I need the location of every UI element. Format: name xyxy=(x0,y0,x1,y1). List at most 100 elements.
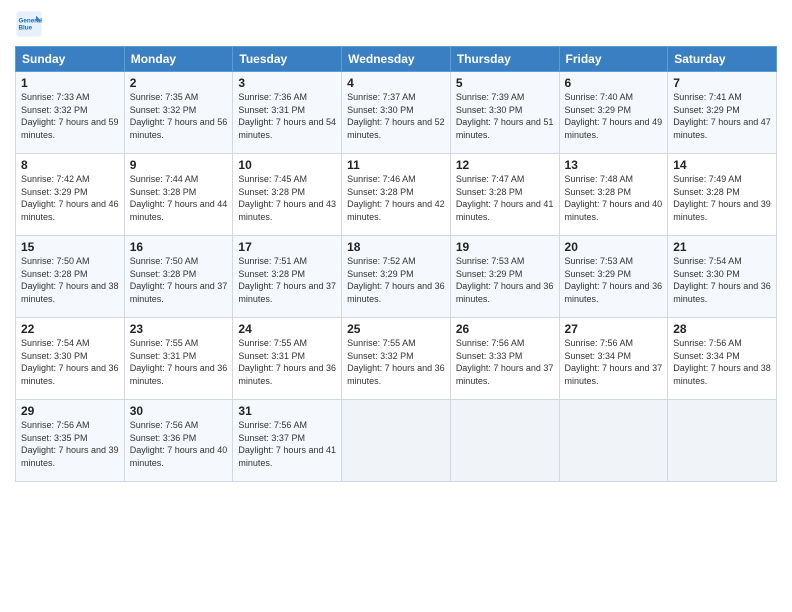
logo-icon: General Blue xyxy=(15,10,43,38)
calendar-cell: 27 Sunrise: 7:56 AMSunset: 3:34 PMDaylig… xyxy=(559,318,668,400)
day-number: 1 xyxy=(21,76,119,90)
day-number: 29 xyxy=(21,404,119,418)
day-number: 12 xyxy=(456,158,554,172)
day-header-monday: Monday xyxy=(124,47,233,72)
day-number: 28 xyxy=(673,322,771,336)
calendar-cell: 4 Sunrise: 7:37 AMSunset: 3:30 PMDayligh… xyxy=(342,72,451,154)
day-number: 10 xyxy=(238,158,336,172)
calendar-cell: 11 Sunrise: 7:46 AMSunset: 3:28 PMDaylig… xyxy=(342,154,451,236)
calendar-cell: 28 Sunrise: 7:56 AMSunset: 3:34 PMDaylig… xyxy=(668,318,777,400)
day-number: 11 xyxy=(347,158,445,172)
day-info: Sunrise: 7:54 AMSunset: 3:30 PMDaylight:… xyxy=(21,337,119,387)
page: General Blue SundayMondayTuesdayWednesda… xyxy=(0,0,792,612)
calendar-cell: 8 Sunrise: 7:42 AMSunset: 3:29 PMDayligh… xyxy=(16,154,125,236)
calendar-body: 1 Sunrise: 7:33 AMSunset: 3:32 PMDayligh… xyxy=(16,72,777,482)
day-number: 24 xyxy=(238,322,336,336)
calendar-cell xyxy=(342,400,451,482)
day-info: Sunrise: 7:33 AMSunset: 3:32 PMDaylight:… xyxy=(21,91,119,141)
day-info: Sunrise: 7:56 AMSunset: 3:34 PMDaylight:… xyxy=(565,337,663,387)
day-number: 6 xyxy=(565,76,663,90)
calendar-header: SundayMondayTuesdayWednesdayThursdayFrid… xyxy=(16,47,777,72)
day-info: Sunrise: 7:54 AMSunset: 3:30 PMDaylight:… xyxy=(673,255,771,305)
day-info: Sunrise: 7:53 AMSunset: 3:29 PMDaylight:… xyxy=(565,255,663,305)
week-row-1: 8 Sunrise: 7:42 AMSunset: 3:29 PMDayligh… xyxy=(16,154,777,236)
day-info: Sunrise: 7:56 AMSunset: 3:34 PMDaylight:… xyxy=(673,337,771,387)
day-info: Sunrise: 7:56 AMSunset: 3:36 PMDaylight:… xyxy=(130,419,228,469)
day-number: 21 xyxy=(673,240,771,254)
calendar-cell: 3 Sunrise: 7:36 AMSunset: 3:31 PMDayligh… xyxy=(233,72,342,154)
day-number: 16 xyxy=(130,240,228,254)
day-number: 17 xyxy=(238,240,336,254)
day-number: 3 xyxy=(238,76,336,90)
svg-text:Blue: Blue xyxy=(19,25,33,32)
calendar-cell xyxy=(450,400,559,482)
day-number: 15 xyxy=(21,240,119,254)
day-number: 26 xyxy=(456,322,554,336)
calendar-cell xyxy=(559,400,668,482)
calendar-cell: 17 Sunrise: 7:51 AMSunset: 3:28 PMDaylig… xyxy=(233,236,342,318)
day-number: 9 xyxy=(130,158,228,172)
day-info: Sunrise: 7:52 AMSunset: 3:29 PMDaylight:… xyxy=(347,255,445,305)
day-number: 31 xyxy=(238,404,336,418)
calendar-cell: 25 Sunrise: 7:55 AMSunset: 3:32 PMDaylig… xyxy=(342,318,451,400)
day-number: 8 xyxy=(21,158,119,172)
day-info: Sunrise: 7:44 AMSunset: 3:28 PMDaylight:… xyxy=(130,173,228,223)
day-info: Sunrise: 7:35 AMSunset: 3:32 PMDaylight:… xyxy=(130,91,228,141)
calendar-cell: 30 Sunrise: 7:56 AMSunset: 3:36 PMDaylig… xyxy=(124,400,233,482)
day-number: 5 xyxy=(456,76,554,90)
day-info: Sunrise: 7:53 AMSunset: 3:29 PMDaylight:… xyxy=(456,255,554,305)
day-number: 23 xyxy=(130,322,228,336)
day-number: 20 xyxy=(565,240,663,254)
week-row-2: 15 Sunrise: 7:50 AMSunset: 3:28 PMDaylig… xyxy=(16,236,777,318)
calendar-cell: 13 Sunrise: 7:48 AMSunset: 3:28 PMDaylig… xyxy=(559,154,668,236)
day-number: 25 xyxy=(347,322,445,336)
day-info: Sunrise: 7:50 AMSunset: 3:28 PMDaylight:… xyxy=(21,255,119,305)
calendar-cell: 26 Sunrise: 7:56 AMSunset: 3:33 PMDaylig… xyxy=(450,318,559,400)
day-number: 18 xyxy=(347,240,445,254)
day-info: Sunrise: 7:36 AMSunset: 3:31 PMDaylight:… xyxy=(238,91,336,141)
day-header-wednesday: Wednesday xyxy=(342,47,451,72)
calendar-cell: 2 Sunrise: 7:35 AMSunset: 3:32 PMDayligh… xyxy=(124,72,233,154)
week-row-4: 29 Sunrise: 7:56 AMSunset: 3:35 PMDaylig… xyxy=(16,400,777,482)
calendar-cell: 21 Sunrise: 7:54 AMSunset: 3:30 PMDaylig… xyxy=(668,236,777,318)
day-number: 27 xyxy=(565,322,663,336)
day-number: 2 xyxy=(130,76,228,90)
calendar-table: SundayMondayTuesdayWednesdayThursdayFrid… xyxy=(15,46,777,482)
calendar-cell: 10 Sunrise: 7:45 AMSunset: 3:28 PMDaylig… xyxy=(233,154,342,236)
calendar-cell: 9 Sunrise: 7:44 AMSunset: 3:28 PMDayligh… xyxy=(124,154,233,236)
calendar-cell: 5 Sunrise: 7:39 AMSunset: 3:30 PMDayligh… xyxy=(450,72,559,154)
day-info: Sunrise: 7:49 AMSunset: 3:28 PMDaylight:… xyxy=(673,173,771,223)
day-info: Sunrise: 7:55 AMSunset: 3:31 PMDaylight:… xyxy=(238,337,336,387)
day-info: Sunrise: 7:50 AMSunset: 3:28 PMDaylight:… xyxy=(130,255,228,305)
calendar-cell: 6 Sunrise: 7:40 AMSunset: 3:29 PMDayligh… xyxy=(559,72,668,154)
day-info: Sunrise: 7:56 AMSunset: 3:33 PMDaylight:… xyxy=(456,337,554,387)
day-info: Sunrise: 7:39 AMSunset: 3:30 PMDaylight:… xyxy=(456,91,554,141)
day-header-friday: Friday xyxy=(559,47,668,72)
week-row-0: 1 Sunrise: 7:33 AMSunset: 3:32 PMDayligh… xyxy=(16,72,777,154)
day-info: Sunrise: 7:40 AMSunset: 3:29 PMDaylight:… xyxy=(565,91,663,141)
day-number: 22 xyxy=(21,322,119,336)
day-header-sunday: Sunday xyxy=(16,47,125,72)
calendar-cell: 31 Sunrise: 7:56 AMSunset: 3:37 PMDaylig… xyxy=(233,400,342,482)
calendar-cell: 19 Sunrise: 7:53 AMSunset: 3:29 PMDaylig… xyxy=(450,236,559,318)
day-number: 19 xyxy=(456,240,554,254)
day-info: Sunrise: 7:42 AMSunset: 3:29 PMDaylight:… xyxy=(21,173,119,223)
day-number: 13 xyxy=(565,158,663,172)
calendar-cell: 18 Sunrise: 7:52 AMSunset: 3:29 PMDaylig… xyxy=(342,236,451,318)
day-info: Sunrise: 7:45 AMSunset: 3:28 PMDaylight:… xyxy=(238,173,336,223)
calendar-cell xyxy=(668,400,777,482)
day-info: Sunrise: 7:46 AMSunset: 3:28 PMDaylight:… xyxy=(347,173,445,223)
day-number: 14 xyxy=(673,158,771,172)
logo: General Blue xyxy=(15,10,47,38)
day-info: Sunrise: 7:48 AMSunset: 3:28 PMDaylight:… xyxy=(565,173,663,223)
day-number: 7 xyxy=(673,76,771,90)
day-number: 4 xyxy=(347,76,445,90)
day-number: 30 xyxy=(130,404,228,418)
day-header-thursday: Thursday xyxy=(450,47,559,72)
day-header-tuesday: Tuesday xyxy=(233,47,342,72)
day-info: Sunrise: 7:56 AMSunset: 3:37 PMDaylight:… xyxy=(238,419,336,469)
day-info: Sunrise: 7:55 AMSunset: 3:32 PMDaylight:… xyxy=(347,337,445,387)
calendar-cell: 22 Sunrise: 7:54 AMSunset: 3:30 PMDaylig… xyxy=(16,318,125,400)
calendar-cell: 12 Sunrise: 7:47 AMSunset: 3:28 PMDaylig… xyxy=(450,154,559,236)
day-info: Sunrise: 7:56 AMSunset: 3:35 PMDaylight:… xyxy=(21,419,119,469)
